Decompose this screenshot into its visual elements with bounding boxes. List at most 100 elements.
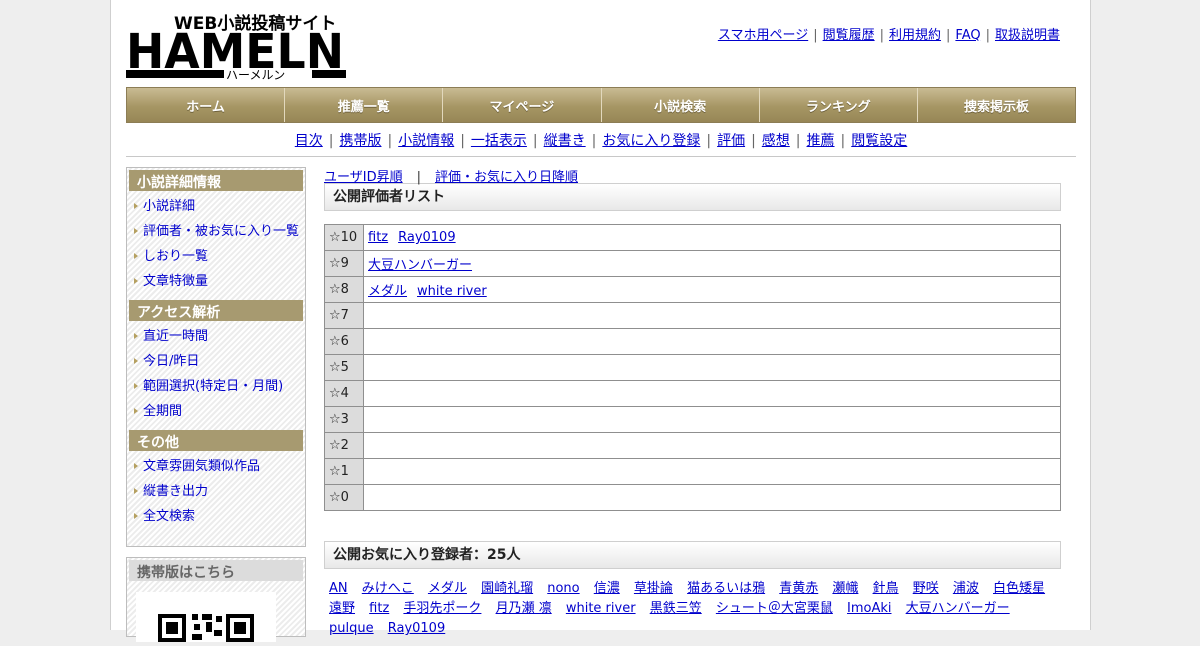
subnav-vertical[interactable]: 縦書き <box>544 133 586 149</box>
favorite-user-link[interactable]: Ray0109 <box>388 621 446 636</box>
nav-ranking[interactable]: ランキング <box>760 88 918 122</box>
rater-row: ☆10 fitz Ray0109 <box>324 224 1061 251</box>
rater-users <box>363 328 1061 355</box>
rater-user-link[interactable]: メダル <box>368 284 407 299</box>
sidebar-item-novel-detail[interactable]: 小説詳細 <box>129 194 303 219</box>
sidebar-item-last-hour[interactable]: 直近一時間 <box>129 324 303 349</box>
raters-section-title: 公開評価者リスト <box>324 183 1061 211</box>
novel-sub-nav: 目次 | 携帯版 | 小説情報 | 一括表示 | 縦書き | お気に入り登録 | 評価 | 感想 | 推薦 | 閲覧… <box>294 133 908 149</box>
subnav-view-settings[interactable]: 閲覧設定 <box>851 133 907 149</box>
svg-text:ハーメルン: ハーメルン <box>226 68 285 80</box>
favorite-user-link[interactable]: 野咲 <box>913 581 939 596</box>
bullet-triangle-icon <box>134 228 138 234</box>
sort-by-user-id[interactable]: ユーザID昇順 <box>324 170 403 185</box>
favorite-user-link[interactable]: white river <box>566 601 636 616</box>
favorite-user-link[interactable]: 信濃 <box>594 581 620 596</box>
favorite-user-link[interactable]: ImoAki <box>847 601 891 616</box>
favorite-user-link[interactable]: 黒鉄三笠 <box>650 601 702 616</box>
rater-row: ☆6 <box>324 328 1061 355</box>
sidebar-item-similar-works[interactable]: 文章雰囲気類似作品 <box>129 454 303 479</box>
subnav-review[interactable]: 感想 <box>762 133 790 149</box>
global-nav: ホーム 推薦一覧 マイページ 小説検索 ランキング 捜索掲示板 <box>126 87 1076 123</box>
rater-user-link[interactable]: 大豆ハンバーガー <box>368 258 472 273</box>
mobile-box-title: 携帯版はこちら <box>129 560 303 581</box>
favorite-user-link[interactable]: 白色矮星 <box>993 581 1045 596</box>
bullet-triangle-icon <box>134 203 138 209</box>
bullet-triangle-icon <box>134 408 138 414</box>
favorite-user-link[interactable]: AN <box>329 581 348 596</box>
sidebar-item-raters-favorites[interactable]: 評価者・被お気に入り一覧 <box>129 219 303 244</box>
rater-row: ☆2 <box>324 432 1061 459</box>
favorite-user-link[interactable]: 猫あるいは鴉 <box>687 581 765 596</box>
favorite-user-link[interactable]: 草掛論 <box>634 581 673 596</box>
rater-users: メダル white river <box>363 276 1061 303</box>
subnav-recommend[interactable]: 推薦 <box>807 133 835 149</box>
favorite-user-link[interactable]: メダル <box>428 581 467 596</box>
site-logo[interactable]: WEB小説投稿サイト HAMELN ハーメルン <box>126 10 346 82</box>
subnav-full-view[interactable]: 一括表示 <box>471 133 527 149</box>
rating-label: ☆8 <box>324 276 364 303</box>
favorite-user-link[interactable]: nono <box>547 581 579 596</box>
rater-row: ☆7 <box>324 302 1061 329</box>
rater-user-link[interactable]: Ray0109 <box>398 230 456 245</box>
sidebar-item-all-time[interactable]: 全期間 <box>129 399 303 424</box>
rater-row: ☆4 <box>324 380 1061 407</box>
subnav-toc[interactable]: 目次 <box>295 133 323 149</box>
favorite-user-link[interactable]: 大豆ハンバーガー <box>906 601 1010 616</box>
rating-label: ☆9 <box>324 250 364 277</box>
qr-code-icon[interactable] <box>136 592 276 642</box>
top-link-history[interactable]: 閲覧履歴 <box>823 28 875 43</box>
raters-table: ☆10 fitz Ray0109 ☆9 大豆ハンバーガー ☆8 メダル white river… <box>324 224 1061 511</box>
top-links: スマホ用ページ | 閲覧履歴 | 利用規約 | FAQ | 取扱説明書 <box>717 28 1060 43</box>
favorite-user-link[interactable]: pulque <box>329 621 374 636</box>
sidebar-item-bookmarks[interactable]: しおり一覧 <box>129 244 303 269</box>
subnav-add-favorite[interactable]: お気に入り登録 <box>602 133 700 149</box>
favorite-user-link[interactable]: シュート＠大宮栗鼠 <box>716 601 833 616</box>
rater-user-link[interactable]: fitz <box>368 230 388 245</box>
nav-recommend-list[interactable]: 推薦一覧 <box>285 88 444 122</box>
rating-label: ☆10 <box>324 224 364 251</box>
sidebar-item-full-text-search[interactable]: 全文検索 <box>129 504 303 529</box>
bullet-triangle-icon <box>134 278 138 284</box>
rater-user-link[interactable]: white river <box>417 284 487 299</box>
subnav-rate[interactable]: 評価 <box>717 133 745 149</box>
nav-home[interactable]: ホーム <box>127 88 286 122</box>
sort-by-date-desc[interactable]: 評価・お気に入り日降順 <box>435 170 578 185</box>
favorite-user-link[interactable]: 瀬幟 <box>832 581 858 596</box>
favorite-user-link[interactable]: 浦波 <box>953 581 979 596</box>
rating-label: ☆1 <box>324 458 364 485</box>
favorite-user-link[interactable]: 手羽先ポーク <box>403 601 481 616</box>
sidebar-item-vertical-export[interactable]: 縦書き出力 <box>129 479 303 504</box>
sort-options: ユーザID昇順 | 評価・お気に入り日降順 <box>324 170 578 185</box>
rater-row: ☆0 <box>324 484 1061 511</box>
nav-novel-search[interactable]: 小説検索 <box>602 88 760 122</box>
bullet-triangle-icon <box>134 253 138 259</box>
rater-users <box>363 302 1061 329</box>
top-link-smartphone[interactable]: スマホ用ページ <box>718 28 808 43</box>
subnav-mobile[interactable]: 携帯版 <box>339 133 381 149</box>
top-link-terms[interactable]: 利用規約 <box>889 28 941 43</box>
rating-label: ☆7 <box>324 302 364 329</box>
bullet-triangle-icon <box>134 488 138 494</box>
favorite-user-link[interactable]: 青黄赤 <box>779 581 818 596</box>
nav-search-board[interactable]: 捜索掲示板 <box>918 88 1075 122</box>
favorite-user-link[interactable]: 園崎礼瑠 <box>481 581 533 596</box>
favorite-user-link[interactable]: みけへこ <box>362 581 414 596</box>
top-link-manual[interactable]: 取扱説明書 <box>995 28 1060 43</box>
favorite-user-link[interactable]: 遠野 <box>329 601 355 616</box>
favorite-user-link[interactable]: fitz <box>369 601 389 616</box>
favorite-user-link[interactable]: 針鳥 <box>873 581 899 596</box>
top-link-faq[interactable]: FAQ <box>955 28 980 43</box>
rating-label: ☆4 <box>324 380 364 407</box>
nav-mypage[interactable]: マイページ <box>443 88 602 122</box>
sidebar-item-text-features[interactable]: 文章特徴量 <box>129 269 303 294</box>
sidebar-item-today-yesterday[interactable]: 今日/昨日 <box>129 349 303 374</box>
sidebar-item-range-select[interactable]: 範囲選択(特定日・月間) <box>129 374 303 399</box>
subnav-novel-info[interactable]: 小説情報 <box>398 133 454 149</box>
rating-label: ☆5 <box>324 354 364 381</box>
rating-label: ☆0 <box>324 484 364 511</box>
rater-users <box>363 432 1061 459</box>
rater-users <box>363 354 1061 381</box>
rater-users <box>363 380 1061 407</box>
favorite-user-link[interactable]: 月乃瀬 凛 <box>496 601 552 616</box>
